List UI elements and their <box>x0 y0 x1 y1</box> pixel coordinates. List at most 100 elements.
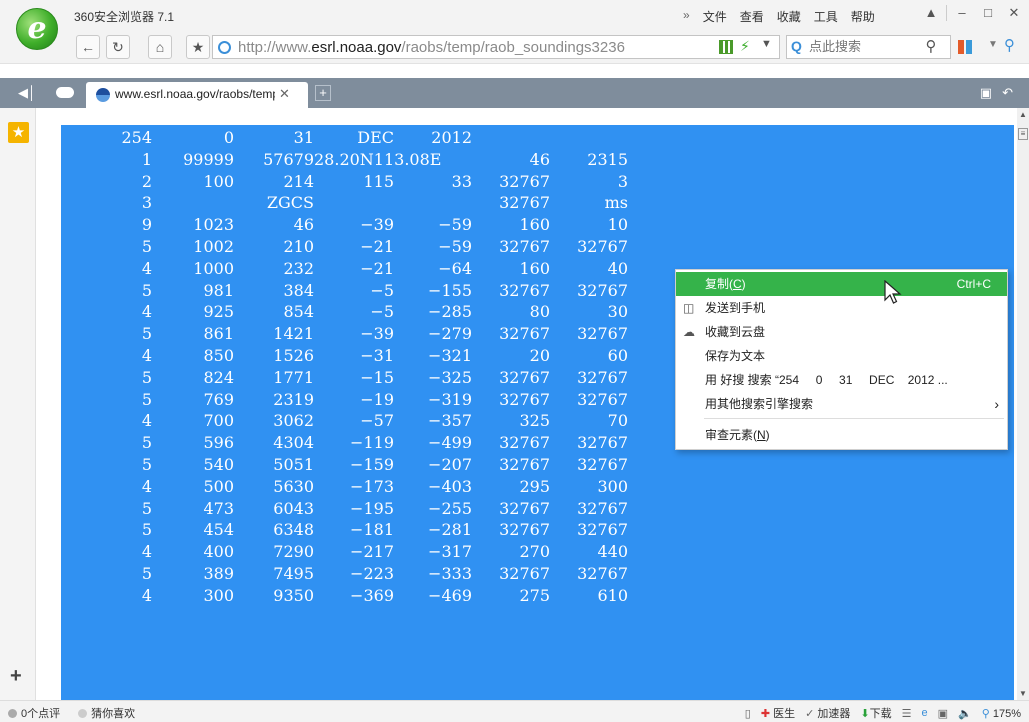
qr-code-icon[interactable] <box>719 40 733 54</box>
table-cell: 5051 <box>273 454 314 474</box>
mobile-icon[interactable]: ▯ <box>745 707 751 720</box>
menu-item-save-to-cloud[interactable]: ☁ 收藏到云盘 <box>676 320 1007 344</box>
table-cell: −64 <box>438 258 472 278</box>
scroll-down-icon[interactable]: ▼ <box>1019 689 1027 698</box>
menu-file[interactable]: 文件 <box>703 8 727 25</box>
apps-dropdown-icon[interactable]: ▼ <box>988 39 998 50</box>
sidebar-toggle-icon[interactable]: ◀│ <box>18 85 36 101</box>
table-cell: 295 <box>519 476 550 496</box>
skin-icon[interactable]: ▲ <box>920 3 942 23</box>
table-cell: 389 <box>203 563 234 583</box>
table-cell: 1771 <box>273 367 314 387</box>
table-cell: 1421 <box>273 324 314 344</box>
table-cell: −59 <box>438 236 472 256</box>
add-sidebar-icon[interactable]: + <box>10 665 22 688</box>
search-icon[interactable]: ⚲ <box>919 35 943 59</box>
download-button[interactable]: ⬇下载 <box>860 705 891 721</box>
table-cell: 32767 <box>577 454 628 474</box>
search-engine-icon[interactable]: Q <box>791 38 802 54</box>
menu-help[interactable]: 帮助 <box>851 8 875 25</box>
new-tab-button[interactable]: + <box>315 85 331 101</box>
table-cell: ms <box>604 193 628 213</box>
reviews-icon <box>8 708 17 718</box>
zoom-control[interactable]: ⚲ 175% <box>982 707 1021 720</box>
speed-mode-icon[interactable]: ⚡ <box>740 38 750 55</box>
table-cell: 4 <box>141 258 152 278</box>
menu-bar: » 文件 查看 收藏 工具 帮助 <box>683 8 875 25</box>
find-icon[interactable]: ⚲ <box>1004 36 1015 54</box>
volume-icon[interactable]: 🔈 <box>958 707 972 720</box>
table-cell: −281 <box>428 520 472 540</box>
table-cell: −317 <box>428 542 472 562</box>
cloud-icon: ☁ <box>683 325 695 339</box>
status-bar: 0个点评 猜你喜欢 ▯ ✚ 医生 ✓ 加速器 ⬇下载 ☰ e ▣ 🔈 ⚲ 175… <box>0 700 1029 722</box>
browser-logo-icon[interactable]: e <box>16 8 58 50</box>
menu-item-inspect[interactable]: 审查元素(N) <box>676 423 1007 447</box>
menu-item-send-to-phone[interactable]: ◫ 发送到手机 <box>676 296 1007 320</box>
close-icon[interactable]: ✕ <box>1003 3 1025 23</box>
reviews-link[interactable]: 0个点评 <box>8 705 60 721</box>
window-controls: ▲ – □ ✕ <box>920 3 1025 23</box>
favorite-star-button[interactable]: ★ <box>186 35 210 59</box>
table-cell: −155 <box>428 280 472 300</box>
tab-active[interactable]: www.esrl.noaa.gov/raobs/temp ✕ <box>86 82 308 108</box>
table-cell: 7290 <box>273 542 314 562</box>
table-cell: −285 <box>428 302 472 322</box>
ie-mode-icon[interactable]: ☰ <box>902 707 912 720</box>
search-input[interactable] <box>809 39 919 54</box>
table-cell: 300 <box>597 476 628 496</box>
table-cell: 6043 <box>273 498 314 518</box>
back-button[interactable]: ← <box>76 35 100 59</box>
table-cell: 610 <box>597 585 628 605</box>
menu-favorites[interactable]: 收藏 <box>777 8 801 25</box>
tab-close-icon[interactable]: ✕ <box>279 86 290 102</box>
window-icon[interactable]: ▣ <box>938 707 948 720</box>
table-cell: 325 <box>519 411 550 431</box>
address-bar[interactable]: http://www.esrl.noaa.gov/raobs/temp/raob… <box>212 35 780 59</box>
cloud-icon[interactable] <box>56 87 74 98</box>
table-cell: 4 <box>141 302 152 322</box>
minimize-icon[interactable]: – <box>951 3 973 23</box>
menu-item-copy[interactable]: 复制(C) Ctrl+C <box>676 272 1007 296</box>
chevron-down-icon[interactable]: ▼ <box>761 38 772 50</box>
table-cell: 32767 <box>577 563 628 583</box>
favorites-star-icon[interactable]: ★ <box>8 122 29 143</box>
table-cell: 850 <box>203 345 234 365</box>
table-cell: 540 <box>203 454 234 474</box>
menu-item-search-haosou[interactable]: 用 好搜 搜索 “254 0 31 DEC 2012 ... <box>676 368 1007 392</box>
menu-view[interactable]: 查看 <box>740 8 764 25</box>
tab-list-icon[interactable]: ▣ <box>980 85 992 101</box>
apps-grid-icon[interactable] <box>958 40 972 54</box>
url-text[interactable]: http://www.esrl.noaa.gov/raobs/temp/raob… <box>238 39 716 56</box>
tab-title: www.esrl.noaa.gov/raobs/temp <box>115 87 275 101</box>
accelerator-button[interactable]: ✓ 加速器 <box>805 705 850 721</box>
menu-item-other-search[interactable]: 用其他搜索引擎搜索 › <box>676 392 1007 416</box>
refresh-button[interactable]: ↻ <box>106 35 130 59</box>
table-cell: 28.20N113.08E <box>314 149 442 169</box>
guess-icon <box>78 708 88 718</box>
guess-you-like-link[interactable]: 猜你喜欢 <box>78 705 135 721</box>
table-cell: 454 <box>203 520 234 540</box>
table-cell: −159 <box>350 454 394 474</box>
home-button[interactable]: ⌂ <box>148 35 172 59</box>
doctor-button[interactable]: ✚ 医生 <box>761 705 795 721</box>
table-cell: 981 <box>203 280 234 300</box>
site-info-icon[interactable] <box>218 41 231 54</box>
undo-close-icon[interactable]: ↶ <box>1002 85 1013 101</box>
table-cell: 32767 <box>577 498 628 518</box>
table-cell: −19 <box>360 389 394 409</box>
reader-mode-icon[interactable]: ≡ <box>1018 128 1028 140</box>
table-cell: 3062 <box>273 411 314 431</box>
table-cell: 1023 <box>193 215 234 235</box>
ie-logo-icon[interactable]: e <box>922 707 928 719</box>
table-cell: 4 <box>141 345 152 365</box>
vertical-scrollbar[interactable]: ▲ ≡ ▼ <box>1017 108 1029 700</box>
menu-tools[interactable]: 工具 <box>814 8 838 25</box>
scroll-up-icon[interactable]: ▲ <box>1019 110 1027 119</box>
menu-more-icon[interactable]: » <box>683 8 690 25</box>
menu-item-save-as-text[interactable]: 保存为文本 <box>676 344 1007 368</box>
table-cell: 210 <box>283 236 314 256</box>
maximize-icon[interactable]: □ <box>977 3 999 23</box>
table-cell: −119 <box>350 433 394 453</box>
table-cell: 40 <box>607 258 628 278</box>
